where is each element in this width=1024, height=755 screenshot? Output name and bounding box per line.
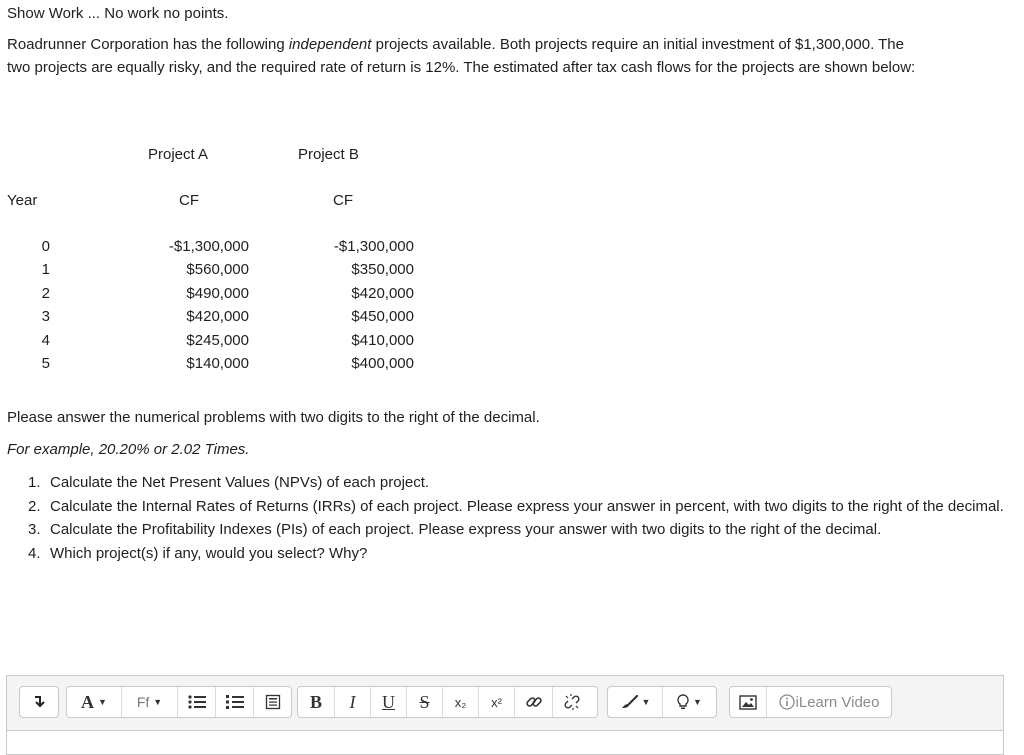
question-item: 4. Which project(s) if any, would you sel…	[28, 542, 1008, 566]
instruction-line: Please answer the numerical problems wit…	[7, 409, 540, 426]
question-item: 3. Calculate the Profitability Indexes (P…	[28, 518, 1008, 542]
brush-icon	[621, 695, 638, 708]
question-number: 2.	[28, 497, 41, 515]
numbered-list-button[interactable]	[215, 687, 253, 717]
project-a-heading: Project A	[148, 146, 209, 163]
font-group: A ▼ Ff ▼	[66, 686, 292, 718]
intro-line-2: two projects are equally risky, and the …	[7, 59, 916, 76]
year-cell: 0	[41, 238, 50, 255]
intro-text: Roadrunner Corporation has the following	[7, 36, 289, 53]
text-style-group: B I U S x₂ x²	[297, 686, 598, 718]
show-work-note: Show Work ... No work no points.	[7, 5, 229, 22]
project-a-cf-cell: $420,000	[186, 308, 249, 325]
subscript-button[interactable]: x₂	[442, 687, 478, 717]
project-a-cf-cell: $560,000	[186, 261, 249, 278]
link-icon	[525, 697, 542, 707]
intro-text-cont: projects available. Both projects requir…	[371, 36, 904, 53]
ilearn-video-button[interactable]: iLearn Video	[766, 687, 891, 717]
project-a-cf-cell: $490,000	[186, 285, 249, 302]
project-b-cf-cell: $420,000	[351, 285, 414, 302]
year-cell: 1	[41, 261, 50, 278]
cf-b-heading: CF	[333, 192, 353, 209]
question-text: Which project(s) if any, would you selec…	[50, 544, 368, 562]
bullet-list-button[interactable]	[177, 687, 215, 717]
image-icon	[739, 694, 757, 710]
intro-emphasis: independent	[288, 36, 372, 53]
info-icon	[778, 694, 795, 710]
underline-button[interactable]: U	[370, 687, 406, 717]
project-a-cf-cell: $245,000	[186, 332, 249, 349]
year-cell: 4	[41, 332, 50, 349]
intro-line-1: Roadrunner Corporation has the following…	[7, 36, 904, 53]
italic-button[interactable]: I	[334, 687, 370, 717]
media-group: iLearn Video	[729, 686, 892, 718]
document-icon	[265, 694, 280, 710]
chevron-down-icon: ▼	[641, 697, 651, 707]
chevron-down-icon: ▼	[98, 697, 107, 707]
chevron-down-icon: ▼	[153, 697, 163, 707]
project-b-cf-cell: $450,000	[351, 308, 414, 325]
question-text: Calculate the Profitability Indexes (PIs…	[50, 521, 882, 538]
brush-button[interactable]: ▼	[608, 687, 662, 717]
question-item: 1. Calculate the Net Present Values (NPVs…	[28, 471, 1008, 495]
year-heading: Year	[7, 192, 38, 209]
arrow-down-icon	[35, 696, 45, 708]
project-a-cf-cell: -$1,300,000	[168, 238, 249, 255]
paint-group: ▼ ▼	[607, 686, 717, 718]
strikethrough-button[interactable]: S	[406, 687, 442, 717]
year-cell: 3	[41, 308, 50, 325]
font-color-button[interactable]: A ▼	[67, 687, 121, 717]
numbered-list-icon	[225, 695, 244, 709]
year-cell: 2	[41, 285, 50, 302]
hint-button[interactable]: ▼	[662, 687, 716, 717]
chevron-down-icon: ▼	[693, 697, 702, 707]
instruction-example: For example, 20.20% or 2.02 Times.	[7, 441, 250, 458]
project-b-cf-cell: $410,000	[351, 332, 414, 349]
bold-button[interactable]: B	[298, 687, 334, 717]
remove-link-button[interactable]	[552, 687, 590, 717]
font-family-label: Ff	[136, 694, 150, 710]
project-b-cf-cell: $400,000	[351, 355, 414, 372]
unlink-icon	[563, 694, 580, 710]
superscript-button[interactable]: x²	[478, 687, 514, 717]
editor-text-area[interactable]	[7, 730, 1003, 754]
question-text: Calculate the Net Present Values (NPVs) …	[50, 474, 430, 491]
ilearn-video-label: iLearn Video	[795, 693, 880, 711]
bullet-list-icon	[187, 695, 206, 709]
project-b-heading: Project B	[298, 146, 359, 163]
font-family-button[interactable]: Ff ▼	[121, 687, 177, 717]
question-text: Calculate the Internal Rates of Returns …	[50, 497, 1004, 515]
insert-link-button[interactable]	[514, 687, 552, 717]
font-color-label: A	[81, 691, 95, 712]
toolbar-toggle-button[interactable]	[20, 687, 58, 717]
project-b-cf-cell: $350,000	[351, 261, 414, 278]
project-b-cf-cell: -$1,300,000	[333, 238, 414, 255]
question-list: 1. Calculate the Net Present Values (NPVs…	[28, 471, 1008, 565]
format-button[interactable]	[253, 687, 291, 717]
project-a-cf-cell: $140,000	[186, 355, 249, 372]
year-cell: 5	[41, 355, 50, 372]
question-number: 1.	[28, 474, 41, 491]
answer-editor: A ▼ Ff ▼ B I U S x₂ x² ▼ ▼ iLearn Video	[6, 675, 1004, 755]
cf-a-heading: CF	[179, 192, 199, 209]
toolbar-toggle-group	[19, 686, 59, 718]
insert-image-button[interactable]	[730, 687, 766, 717]
question-item: 2. Calculate the Internal Rates of Return…	[28, 495, 1008, 519]
question-number: 4.	[28, 544, 41, 562]
question-number: 3.	[28, 521, 41, 538]
lightbulb-icon	[677, 694, 689, 709]
